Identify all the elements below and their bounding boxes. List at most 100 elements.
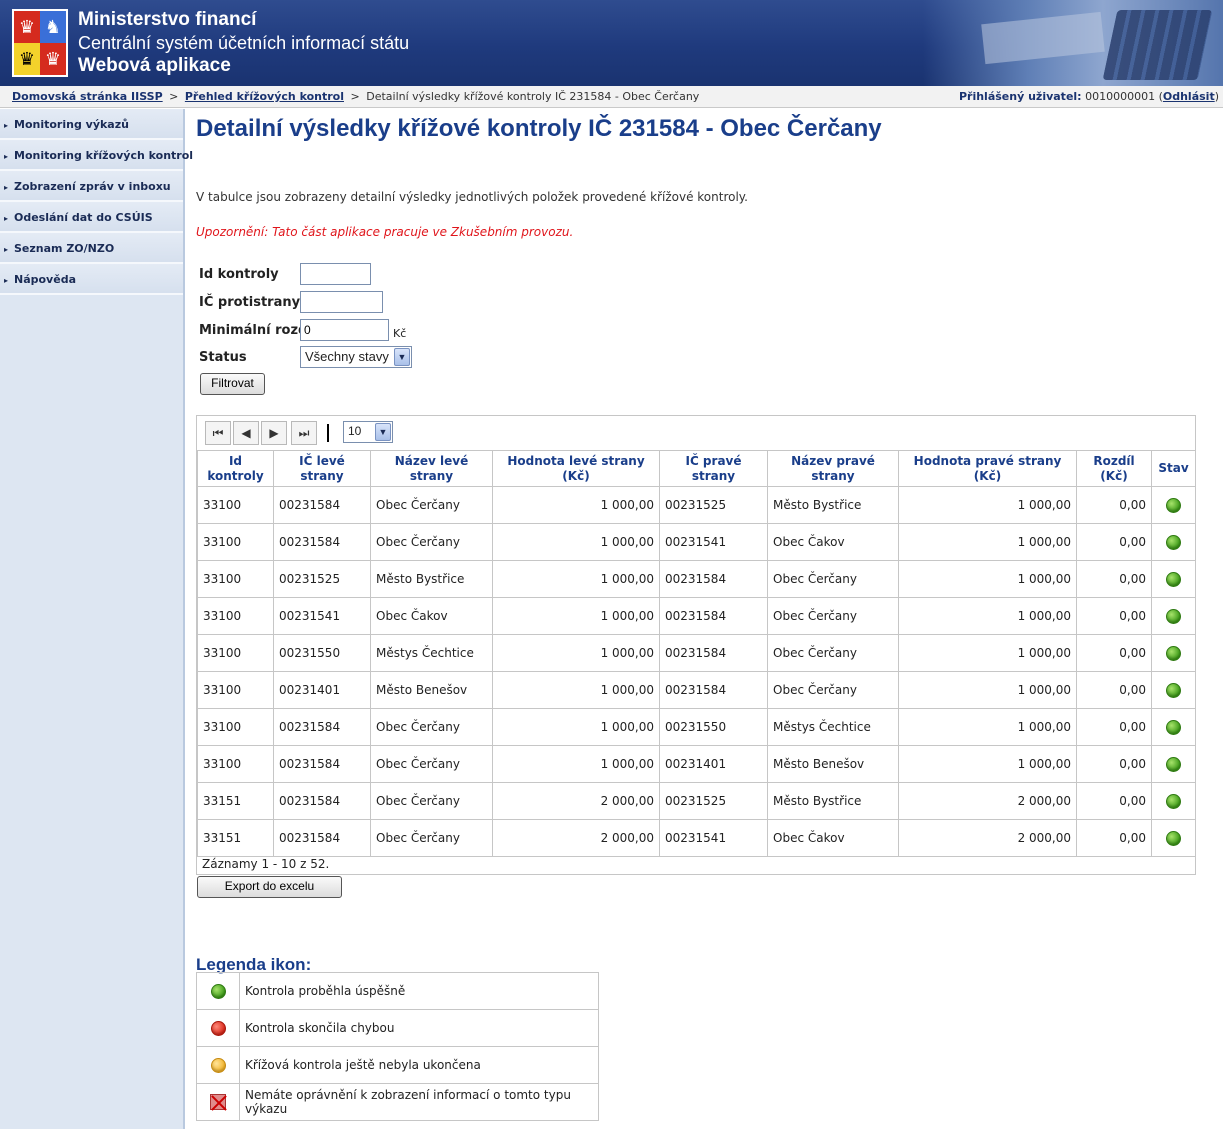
- cell-rozdil: 0,00: [1076, 819, 1152, 857]
- cell-ic-leve: 00231541: [273, 597, 371, 635]
- breadcrumb-current: Detailní výsledky křížové kontroly IČ 23…: [366, 90, 700, 103]
- prev-page-icon[interactable]: ◀: [233, 421, 259, 445]
- sidebar-item-label: Nápověda: [14, 273, 76, 286]
- filter-button[interactable]: Filtrovat: [200, 373, 265, 395]
- cell-ic-leve: 00231401: [273, 671, 371, 709]
- cell-ic-prave: 00231541: [659, 523, 768, 561]
- cell-nazev-prave: Město Bystřice: [767, 486, 899, 524]
- status-select[interactable]: Všechny stavy ▼: [300, 346, 412, 368]
- results-table: Id kontroly IČ levé strany Název levé st…: [197, 450, 1196, 857]
- col-hodnota-prave[interactable]: Hodnota pravé strany (Kč): [898, 450, 1077, 487]
- sidebar-item-seznam-zo[interactable]: ▸ Seznam ZO/NZO: [0, 233, 183, 264]
- table-row: 33100 00231550 Městys Čechtice 1 000,00 0023…: [197, 634, 1196, 672]
- cell-hodnota-leve: 1 000,00: [492, 634, 660, 672]
- cell-rozdil: 0,00: [1076, 745, 1152, 783]
- sidebar-item-monitoring-vykazu[interactable]: ▸ Monitoring výkazů: [0, 109, 183, 140]
- cell-stav: [1151, 745, 1196, 783]
- col-id-kontroly[interactable]: Id kontroly: [197, 450, 274, 487]
- table-header-row: Id kontroly IČ levé strany Název levé st…: [197, 450, 1196, 487]
- cell-stav: [1151, 560, 1196, 598]
- table-row: 33100 00231584 Obec Čerčany 1 000,00 0023154…: [197, 523, 1196, 561]
- breadcrumb-home-link[interactable]: Domovská stránka IISSP: [12, 90, 163, 103]
- cell-nazev-prave: Město Bystřice: [767, 782, 899, 820]
- cell-rozdil: 0,00: [1076, 560, 1152, 598]
- user-label: Přihlášený uživatel:: [958, 90, 1082, 103]
- calculator-image: [1102, 10, 1213, 80]
- records-count: Záznamy 1 - 10 z 52.: [202, 857, 330, 871]
- sidebar-item-odeslani-dat[interactable]: ▸ Odeslání dat do CSÚIS: [0, 202, 183, 233]
- cell-id-kontroly: 33100: [197, 708, 274, 746]
- table-row: 33100 00231584 Obec Čerčany 1 000,00 0023155…: [197, 708, 1196, 746]
- cell-id-kontroly: 33151: [197, 819, 274, 857]
- ic-input[interactable]: [300, 291, 383, 313]
- green-dot-icon: [1166, 497, 1181, 513]
- cell-ic-leve: 00231584: [273, 523, 371, 561]
- chevron-down-icon[interactable]: ▼: [375, 423, 391, 441]
- cell-ic-prave: 00231584: [659, 671, 768, 709]
- ic-label: IČ protistrany: [199, 295, 301, 310]
- cell-nazev-prave: Obec Čakov: [767, 523, 899, 561]
- export-excel-button[interactable]: Export do excelu: [197, 876, 342, 898]
- col-rozdil[interactable]: Rozdíl (Kč): [1076, 450, 1152, 487]
- legend-table: Kontrola proběhla úspěšně Kontrola skonč…: [196, 972, 599, 1121]
- cell-nazev-prave: Obec Čerčany: [767, 597, 899, 635]
- sidebar-item-label: Zobrazení zpráv v inboxu: [14, 180, 171, 193]
- cell-hodnota-prave: 1 000,00: [898, 486, 1077, 524]
- breadcrumb-bar: Domovská stránka IISSP > Přehled křížový…: [0, 86, 1223, 108]
- green-dot-icon: [1166, 645, 1181, 661]
- cell-rozdil: 0,00: [1076, 486, 1152, 524]
- sidebar-item-label: Monitoring křížových kontrol: [14, 149, 194, 162]
- cell-stav: [1151, 708, 1196, 746]
- col-stav[interactable]: Stav: [1151, 450, 1196, 487]
- cell-id-kontroly: 33100: [197, 560, 274, 598]
- page-size-value: 10: [348, 424, 362, 438]
- state-emblem-logo: ♛ ♞ ♛ ♛: [12, 9, 68, 77]
- table-row: 33100 00231584 Obec Čerčany 1 000,00 0023140…: [197, 745, 1196, 783]
- sidebar-item-label: Seznam ZO/NZO: [14, 242, 115, 255]
- cell-nazev-leve: Obec Čerčany: [370, 486, 493, 524]
- table-row: 33151 00231584 Obec Čerčany 2 000,00 0023152…: [197, 782, 1196, 820]
- col-ic-leve[interactable]: IČ levé strany: [273, 450, 371, 487]
- cell-ic-leve: 00231584: [273, 782, 371, 820]
- green-dot-icon: [1166, 682, 1181, 698]
- cell-id-kontroly: 33151: [197, 782, 274, 820]
- sidebar-item-napoveda[interactable]: ▸ Nápověda: [0, 264, 183, 295]
- sidebar-item-monitoring-krizovych-kontrol[interactable]: ▸ Monitoring křížových kontrol: [0, 140, 193, 171]
- min-diff-label: Minimální rozdíl: [199, 323, 317, 338]
- legend-row: Nemáte oprávnění k zobrazení informací o…: [196, 1083, 599, 1121]
- green-dot-icon: [1166, 756, 1181, 772]
- breadcrumb-crosscheck-link[interactable]: Přehled křížových kontrol: [185, 90, 344, 103]
- col-ic-prave[interactable]: IČ pravé strany: [659, 450, 768, 487]
- cell-id-kontroly: 33100: [197, 486, 274, 524]
- cell-hodnota-leve: 2 000,00: [492, 782, 660, 820]
- pager-divider: [327, 424, 329, 442]
- breadcrumb: Domovská stránka IISSP > Přehled křížový…: [12, 90, 699, 103]
- chevron-down-icon[interactable]: ▼: [394, 348, 410, 366]
- next-page-icon[interactable]: ▶: [261, 421, 287, 445]
- page-description: V tabulce jsou zobrazeny detailní výsled…: [196, 190, 748, 204]
- table-row: 33100 00231541 Obec Čakov 1 000,00 00231584 O…: [197, 597, 1196, 635]
- first-page-icon[interactable]: ⏮: [205, 421, 231, 445]
- cell-ic-prave: 00231584: [659, 634, 768, 672]
- cell-id-kontroly: 33100: [197, 671, 274, 709]
- page-size-select[interactable]: 10 ▼: [343, 421, 393, 443]
- cell-hodnota-prave: 1 000,00: [898, 597, 1077, 635]
- col-nazev-leve[interactable]: Název levé strany: [370, 450, 493, 487]
- id-input[interactable]: [300, 263, 371, 285]
- cell-nazev-prave: Městys Čechtice: [767, 708, 899, 746]
- cell-hodnota-prave: 1 000,00: [898, 523, 1077, 561]
- cell-hodnota-leve: 1 000,00: [492, 745, 660, 783]
- cell-rozdil: 0,00: [1076, 671, 1152, 709]
- sidebar-item-label: Monitoring výkazů: [14, 118, 129, 131]
- min-diff-input[interactable]: [300, 319, 389, 341]
- cell-ic-prave: 00231525: [659, 486, 768, 524]
- cell-hodnota-prave: 1 000,00: [898, 708, 1077, 746]
- col-hodnota-leve[interactable]: Hodnota levé strany (Kč): [492, 450, 660, 487]
- col-nazev-prave[interactable]: Název pravé strany: [767, 450, 899, 487]
- sidebar-item-inbox[interactable]: ▸ Zobrazení zpráv v inboxu: [0, 171, 183, 202]
- logout-link[interactable]: Odhlásit: [1163, 90, 1215, 103]
- cell-ic-prave: 00231550: [659, 708, 768, 746]
- last-page-icon[interactable]: ⏭: [291, 421, 317, 445]
- cell-nazev-leve: Obec Čerčany: [370, 782, 493, 820]
- arrow-right-icon: ▸: [4, 245, 9, 254]
